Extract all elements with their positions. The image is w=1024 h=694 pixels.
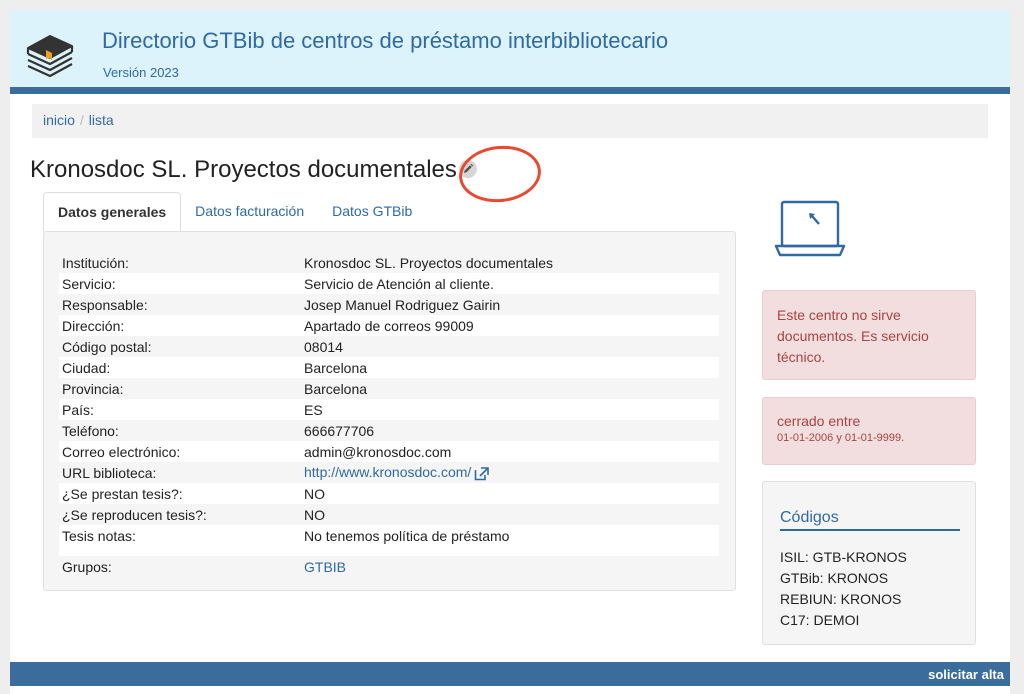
codes-list: ISIL: GTB-KRONOS GTBib: KRONOS REBIUN: K… xyxy=(780,547,907,631)
general-data-panel: Institución: Kronosdoc SL. Proyectos docu… xyxy=(43,231,736,591)
tab-datos-gtbib[interactable]: Datos GTBib xyxy=(318,192,426,232)
group-gtbib-link[interactable]: GTBIB xyxy=(304,559,346,575)
row-label: Responsable: xyxy=(62,296,148,313)
code-c17: C17: DEMOI xyxy=(780,612,860,628)
table-row: Teléfono: 666677706 xyxy=(59,420,719,441)
closed-label: cerrado entre xyxy=(777,413,861,429)
row-label: Provincia: xyxy=(62,380,124,397)
row-label: Código postal: xyxy=(62,338,152,355)
row-label: Teléfono: xyxy=(62,422,119,439)
row-value: http://www.kronosdoc.com/ xyxy=(301,462,719,483)
row-label: ¿Se prestan tesis?: xyxy=(59,483,301,504)
tab-datos-facturacion[interactable]: Datos facturación xyxy=(181,192,318,232)
tab-bar: Datos generales Datos facturación Datos … xyxy=(43,192,426,232)
table-row: Servicio: Servicio de Atención al cliente… xyxy=(59,273,719,294)
table-row: Grupos: GTBIB xyxy=(59,556,719,577)
annotation-circle xyxy=(456,141,544,207)
code-gtbib: GTBib: KRONOS xyxy=(780,570,889,586)
footer-bar: solicitar alta xyxy=(10,662,1010,686)
closed-alert: cerrado entre 01-01-2006 y 01-01-9999. xyxy=(762,397,976,465)
institution-name-heading: Kronosdoc SL. Proyectos documentales xyxy=(30,156,457,183)
table-row: Tesis notas: No tenemos política de prést… xyxy=(59,525,719,546)
site-header: Directorio GTBib de centros de préstamo … xyxy=(10,10,1010,94)
row-value: Josep Manuel Rodriguez Gairin xyxy=(304,296,501,313)
breadcrumb: inicio / lista xyxy=(32,104,988,138)
external-link-icon[interactable] xyxy=(474,466,490,481)
solicitar-alta-link[interactable]: solicitar alta xyxy=(928,667,1004,682)
no-service-alert: Este centro no sirve documentos. Es serv… xyxy=(762,290,976,380)
row-value: 08014 xyxy=(304,338,343,355)
row-value: No tenemos política de préstamo xyxy=(301,525,719,546)
library-url-link[interactable]: http://www.kronosdoc.com/ xyxy=(304,464,471,480)
row-value: NO xyxy=(301,483,719,504)
row-value: admin@kronosdoc.com xyxy=(301,441,719,462)
row-label: Institución: xyxy=(62,254,129,271)
table-row: Responsable: Josep Manuel Rodriguez Gairi… xyxy=(59,294,719,315)
table-row: Provincia: Barcelona xyxy=(59,378,719,399)
row-value: NO xyxy=(304,506,325,523)
table-row: País: ES xyxy=(59,399,719,420)
code-rebiun: REBIUN: KRONOS xyxy=(780,591,902,607)
table-row: Código postal: 08014 xyxy=(59,336,719,357)
site-title[interactable]: Directorio GTBib de centros de préstamo … xyxy=(102,28,668,54)
table-row: Correo electrónico: admin@kronosdoc.com xyxy=(59,441,719,462)
page: Directorio GTBib de centros de préstamo … xyxy=(10,10,1010,694)
page-title: Kronosdoc SL. Proyectos documentales xyxy=(30,156,477,184)
row-value: Apartado de correos 99009 xyxy=(301,315,719,336)
laptop-icon xyxy=(774,200,846,257)
table-row: Institución: Kronosdoc SL. Proyectos docu… xyxy=(59,252,719,273)
codes-panel: Códigos ISIL: GTB-KRONOS GTBib: KRONOS R… xyxy=(762,481,976,645)
codes-title: Códigos xyxy=(780,509,960,531)
row-label: Correo electrónico: xyxy=(59,441,301,462)
row-value: 666677706 xyxy=(304,422,375,439)
table-row: Ciudad: Barcelona xyxy=(59,357,719,378)
closed-dates: 01-01-2006 y 01-01-9999. xyxy=(777,432,905,444)
table-row: Dirección: Apartado de correos 99009 xyxy=(59,315,719,336)
table-row: ¿Se reproducen tesis?: NO xyxy=(59,504,719,525)
info-table: Institución: Kronosdoc SL. Proyectos docu… xyxy=(59,252,719,577)
breadcrumb-lista-link[interactable]: lista xyxy=(89,112,114,128)
row-label: Dirección: xyxy=(59,315,301,336)
breadcrumb-separator: / xyxy=(79,112,84,128)
row-label: País: xyxy=(59,399,301,420)
row-value: Barcelona xyxy=(301,357,719,378)
row-label: Ciudad: xyxy=(59,357,301,378)
row-value: ES xyxy=(301,399,719,420)
row-label: Grupos: xyxy=(62,558,112,575)
row-label: Tesis notas: xyxy=(59,525,301,546)
row-value: Servicio de Atención al cliente. xyxy=(301,273,719,294)
table-row: URL biblioteca: http://www.kronosdoc.com/ xyxy=(59,462,719,483)
site-version: Versión 2023 xyxy=(103,65,179,80)
row-value: GTBIB xyxy=(301,556,719,577)
row-label: URL biblioteca: xyxy=(62,464,157,481)
row-label: Servicio: xyxy=(59,273,301,294)
row-value: Barcelona xyxy=(304,380,368,397)
tab-datos-generales[interactable]: Datos generales xyxy=(43,192,182,232)
table-row: ¿Se prestan tesis?: NO xyxy=(59,483,719,504)
row-value: Kronosdoc SL. Proyectos documentales xyxy=(304,254,554,271)
code-isil: ISIL: GTB-KRONOS xyxy=(780,549,907,565)
breadcrumb-inicio-link[interactable]: inicio xyxy=(43,112,75,128)
books-logo-icon[interactable] xyxy=(20,24,78,82)
row-label: ¿Se reproducen tesis?: xyxy=(62,506,207,523)
table-spacer xyxy=(59,546,719,556)
